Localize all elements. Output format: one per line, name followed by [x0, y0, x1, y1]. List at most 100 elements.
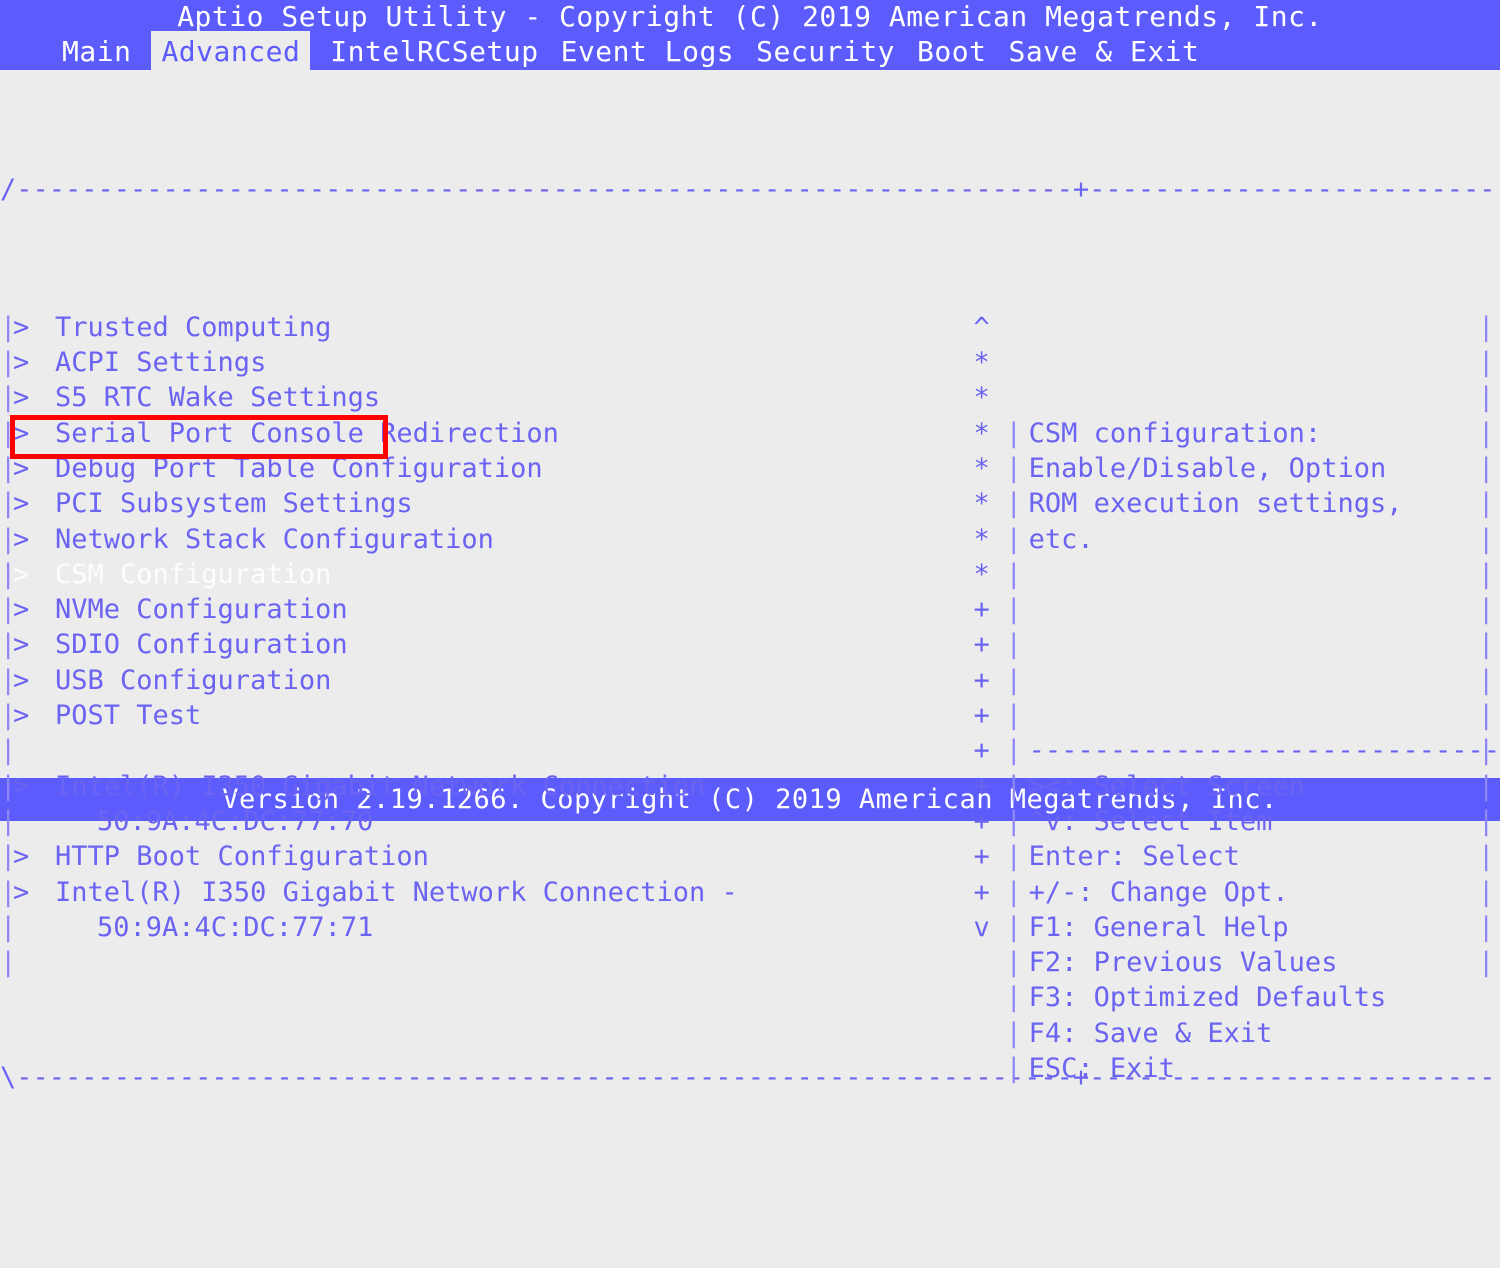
menu-item[interactable]: | > Intel(R) I350 Gigabit Network Connecti… [0, 769, 958, 804]
menu-item-label: POST Test [55, 700, 202, 732]
menu-item-label: SDIO Configuration [55, 629, 348, 661]
menu-item[interactable]: | 50:9A:4C:DC:77:71 [0, 910, 958, 945]
menu-item[interactable]: | > Network Stack Configuration [0, 522, 958, 557]
help-panel-left-border: | [1005, 523, 1022, 555]
scrollbar-thumb-marker: * [973, 417, 990, 449]
help-key-hint-text: ^v: Select Item [1028, 805, 1273, 837]
help-description-line: | [1006, 592, 1500, 627]
scrollbar-blank [958, 945, 1006, 980]
tab-main[interactable]: Main [60, 35, 133, 68]
panel-left-border: | [0, 594, 17, 626]
help-key-hint-text: F1: General Help [1028, 911, 1289, 943]
help-panel-right-border-pipe: | [1478, 770, 1495, 802]
help-divider: | ----------------------------- [1006, 733, 1500, 768]
tab-boot[interactable]: Boot [915, 35, 988, 68]
scrollbar-track-marker: + [973, 876, 990, 908]
panel-left-border: | [0, 735, 17, 767]
header: Aptio Setup Utility - Copyright (C) 2019… [0, 0, 1500, 72]
help-key-hint: | ><: Select Screen [1006, 769, 1500, 804]
menu-item-label: S5 RTC Wake Settings [55, 382, 381, 414]
menu-bar: Main Advanced IntelRCSetup Event Logs Securi… [0, 31, 1500, 72]
menu-item[interactable]: | 50:9A:4C:DC:77:70 [0, 804, 958, 839]
help-key-hint: | F2: Previous Values [1006, 945, 1500, 980]
help-panel-right-border-pipe: | [1478, 911, 1495, 943]
help-panel-left-border: | [1005, 700, 1022, 732]
help-panel-left-border: | [1005, 558, 1022, 590]
help-panel-right-border-pipe: | [1478, 947, 1495, 979]
help-panel-left-border: | [1005, 1053, 1022, 1085]
panel-left-border: | [0, 452, 17, 484]
menu-item[interactable]: | > POST Test [0, 698, 958, 733]
help-key-hint: | ESC: Exit [1006, 1051, 1500, 1086]
help-description-text: CSM configuration: [1028, 417, 1322, 449]
scrollbar-track-marker: + [973, 594, 990, 626]
scrollbar-track-marker: + [973, 841, 990, 873]
help-panel-left-border: | [1005, 452, 1022, 484]
scrollbar-down-arrow-icon[interactable]: v [958, 910, 1006, 945]
help-panel-right-border-pipe: | [1478, 311, 1495, 343]
help-description-text: ROM execution settings, [1028, 488, 1403, 520]
panel-left-border: | [0, 311, 17, 343]
panel-left-border: | [0, 382, 17, 414]
help-description-line: | [1006, 627, 1500, 662]
menu-item-label: Serial Port Console Redirection [55, 417, 559, 449]
help-panel-left-border: | [1005, 770, 1022, 802]
help-panel-right-border-pipe: | [1478, 629, 1495, 661]
panel-left-border: | [0, 841, 17, 873]
bios-setup-screen: Aptio Setup Utility - Copyright (C) 2019… [0, 0, 1500, 1091]
menu-item[interactable]: | > CSM Configuration [0, 557, 958, 592]
menu-item[interactable]: | > HTTP Boot Configuration [0, 839, 958, 874]
menu-item[interactable]: | > SDIO Configuration [0, 627, 958, 662]
scrollbar-thumb-marker: * [973, 452, 990, 484]
help-panel-right-border: | | | | | | | | | | | | | | | | | | | [1478, 310, 1495, 981]
menu-item[interactable]: | > S5 RTC Wake Settings [0, 380, 958, 415]
panel-left-border: | [0, 347, 17, 379]
scrollbar-thumb-marker: * [973, 523, 990, 555]
scrollbar-thumb-marker: * [973, 558, 990, 590]
menu-item[interactable]: | > PCI Subsystem Settings [0, 486, 958, 521]
tab-save-exit[interactable]: Save & Exit [1006, 35, 1201, 68]
menu-item[interactable]: | > Debug Port Table Configuration [0, 451, 958, 486]
settings-menu-list: | > Trusted Computing | > ACPI Settings | > S5 R… [0, 310, 958, 978]
menu-item-label: Trusted Computing [55, 311, 332, 343]
help-description-line: | etc. [1006, 522, 1500, 557]
tab-intelrcsetup[interactable]: IntelRCSetup [328, 35, 540, 68]
submenu-arrow-icon: > [13, 382, 30, 414]
help-panel-left-border: | [1005, 947, 1022, 979]
help-key-hint-text: F2: Previous Values [1028, 947, 1338, 979]
menu-item[interactable]: | > ACPI Settings [0, 345, 958, 380]
menu-item[interactable]: | > Trusted Computing [0, 310, 958, 345]
menu-item-label: CSM Configuration [55, 558, 332, 590]
help-panel-left-border: | [1005, 805, 1022, 837]
submenu-arrow-icon: > [13, 841, 30, 873]
submenu-arrow-icon: > [13, 347, 30, 379]
panel-left-border: | [0, 911, 17, 943]
tab-security[interactable]: Security [754, 35, 897, 68]
help-key-hint: | ^v: Select Item [1006, 804, 1500, 839]
menu-item[interactable]: | > NVMe Configuration [0, 592, 958, 627]
menu-item-label: ACPI Settings [55, 347, 267, 379]
panel-left-border: | [0, 629, 17, 661]
panel-left-border: | [0, 664, 17, 696]
help-description-line: | [1006, 698, 1500, 733]
panel-left-border: | [0, 488, 17, 520]
help-panel-right-border-pipe: | [1478, 347, 1495, 379]
menu-item[interactable]: | > Intel(R) I350 Gigabit Network Connecti… [0, 875, 958, 910]
help-panel-left-border: | [1005, 982, 1022, 1014]
tab-event-logs[interactable]: Event Logs [559, 35, 737, 68]
scrollbar[interactable]: ^ * * * * * * * + + + + + + + + + v [958, 310, 1006, 958]
tab-advanced[interactable]: Advanced [151, 31, 311, 72]
help-panel-left-border: | [1005, 629, 1022, 661]
submenu-arrow-icon: > [13, 770, 30, 802]
help-description-line: | ROM execution settings, [1006, 486, 1500, 521]
scrollbar-up-arrow-icon[interactable]: ^ [958, 310, 1006, 345]
menu-item[interactable]: | > Serial Port Console Redirection [0, 416, 958, 451]
help-panel-right-border-pipe: | [1478, 417, 1495, 449]
scrollbar-track-marker: + [973, 664, 990, 696]
help-key-hint: | F3: Optimized Defaults [1006, 980, 1500, 1015]
help-panel-left-border: | [1005, 488, 1022, 520]
panel-left-border: | [0, 523, 17, 555]
menu-item[interactable]: | > USB Configuration [0, 663, 958, 698]
scrollbar-thumb-marker: * [973, 488, 990, 520]
help-panel-right-border-pipe: | [1478, 805, 1495, 837]
